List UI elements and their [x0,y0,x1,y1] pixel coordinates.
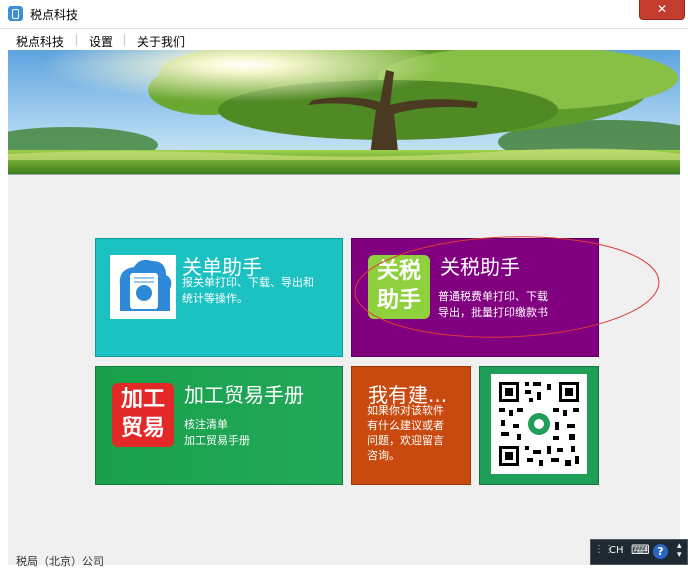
tile-description: 普通税费单打印、下载 导出，批量打印缴款书 [438,290,548,319]
close-button[interactable]: ✕ [639,0,685,20]
tile-title: 加工贸易手册 [184,383,304,407]
menu-item-about[interactable]: 关于我们 [137,33,185,50]
tile-qrcode[interactable] [479,366,599,485]
menu-item-settings[interactable]: 设置 [89,33,113,50]
processing-trade-badge-icon: 加工 贸易 [112,383,174,447]
help-icon[interactable]: ? [653,544,668,559]
tile-description: 核注清单 加工贸易手册 [184,418,250,447]
banner-image [8,50,680,175]
ime-toolbar[interactable]: ⋮⋮ CH ⌨ ? ▴ ▾ [590,539,688,565]
menu-divider [124,34,125,46]
menu-bar: 税点科技 设置 关于我们 [0,28,688,51]
app-icon [8,6,23,21]
qr-code-icon [491,374,587,474]
tile-description: 报关单打印、下载、导出和 统计等操作。 [182,276,314,305]
menu-divider [76,34,77,46]
ime-language[interactable]: CH [609,545,624,556]
tile-customs-assistant[interactable]: 关单助手 报关单打印、下载、导出和 统计等操作。 [95,238,343,357]
tile-tax-assistant[interactable]: 关税 助手 关税助手 普通税费单打印、下载 导出，批量打印缴款书 [351,238,599,357]
tile-processing-trade[interactable]: 加工 贸易 加工贸易手册 核注清单 加工贸易手册 [95,366,343,485]
ime-options-icon[interactable]: ▴ ▾ [677,542,682,560]
keyboard-icon[interactable]: ⌨ [631,543,650,558]
window-title: 税点科技 [30,8,79,22]
menu-item-company[interactable]: 税点科技 [16,33,64,50]
tree-banner-illustration [8,50,680,174]
company-footer: 税局（北京）公司 [16,555,104,568]
tax-assistant-badge-icon: 关税 助手 [368,255,430,319]
title-bar: 税点科技 ✕ [0,0,688,28]
tile-description: 如果你对该软件 有什么建议或者 问题，欢迎留言 咨询。 [367,404,444,462]
tile-suggestion[interactable]: 我有建... 如果你对该软件 有什么建议或者 问题，欢迎留言 咨询。 [351,366,471,485]
notebook-cloud-icon [110,255,176,319]
tile-title: 关税助手 [440,255,520,279]
